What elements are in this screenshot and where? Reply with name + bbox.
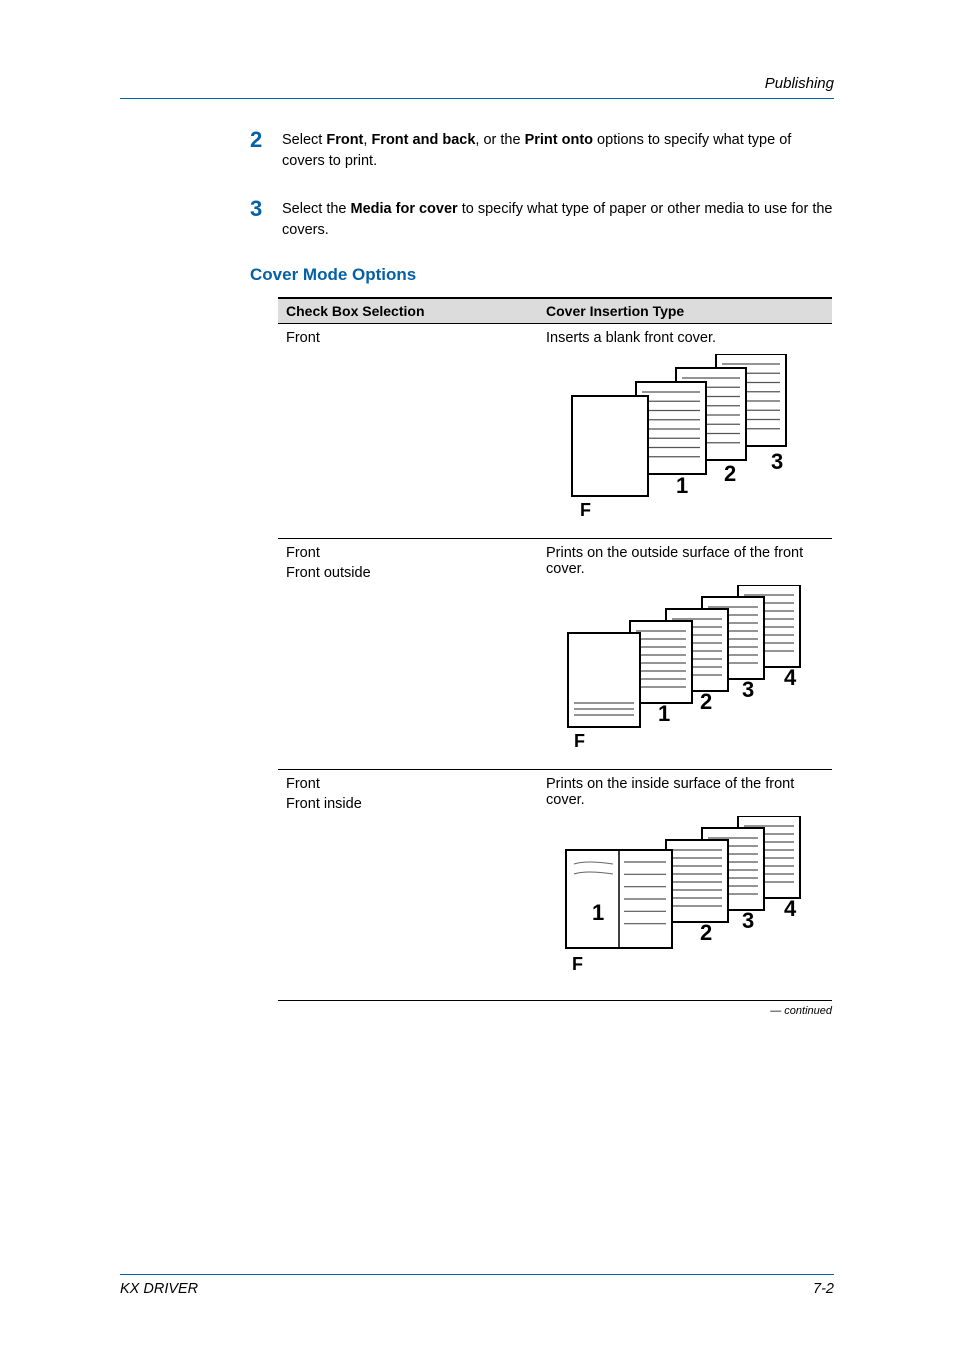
cover-mode-options-table: Check Box Selection Cover Insertion Type…	[278, 297, 832, 1001]
table-row: Front Front inside Prints on the inside su…	[278, 770, 832, 1001]
insertion-description: Prints on the outside surface of the fro…	[546, 545, 824, 577]
step-number: 3	[250, 196, 282, 241]
cover-diagram-icon: 4 3 2 1 F	[546, 816, 811, 986]
footer-rule	[120, 1274, 834, 1275]
insertion-description: Prints on the inside surface of the fron…	[546, 776, 824, 808]
table-header-insertion: Cover Insertion Type	[538, 298, 832, 324]
svg-text:2: 2	[700, 920, 712, 945]
cover-diagram: 4 3 2 1 F	[546, 816, 824, 990]
table-row: Front Front outside Prints on the outside …	[278, 539, 832, 770]
footer-left: KX DRIVER	[120, 1281, 198, 1297]
table-header-checkbox: Check Box Selection	[278, 298, 538, 324]
table-cell-selection: Front	[278, 324, 538, 539]
selection-line: Front	[286, 330, 530, 346]
cover-diagram: 3 2 1 F	[546, 354, 824, 528]
page-footer: KX DRIVER 7-2	[120, 1274, 834, 1297]
svg-text:2: 2	[724, 461, 736, 486]
table-cell-insertion: Prints on the inside surface of the fron…	[538, 770, 832, 1001]
step: 2Select Front, Front and back, or the Pr…	[250, 127, 834, 172]
table-cell-selection: Front Front inside	[278, 770, 538, 1001]
table-cell-selection: Front Front outside	[278, 539, 538, 770]
step: 3Select the Media for cover to specify w…	[250, 196, 834, 241]
selection-line: Front outside	[286, 565, 530, 581]
section-heading: Cover Mode Options	[250, 265, 834, 285]
insertion-description: Inserts a blank front cover.	[546, 330, 824, 346]
header-rule	[120, 98, 834, 99]
continued-label: — continued	[278, 1005, 832, 1017]
svg-text:1: 1	[658, 701, 670, 726]
svg-text:4: 4	[784, 896, 797, 921]
svg-text:2: 2	[700, 689, 712, 714]
cover-diagram-icon: 4 3 2 1 F	[546, 585, 811, 755]
svg-text:3: 3	[771, 449, 783, 474]
table-row: Front Inserts a blank front cover. 3 2 1 F	[278, 324, 832, 539]
svg-text:F: F	[574, 731, 585, 751]
selection-line: Front inside	[286, 796, 530, 812]
selection-line: Front	[286, 545, 530, 561]
cover-diagram: 4 3 2 1 F	[546, 585, 824, 759]
step-text: Select the Media for cover to specify wh…	[282, 196, 834, 241]
step-text: Select Front, Front and back, or the Pri…	[282, 127, 834, 172]
footer-right: 7-2	[813, 1281, 834, 1297]
running-head: Publishing	[120, 75, 834, 92]
svg-text:1: 1	[676, 473, 688, 498]
svg-text:3: 3	[742, 908, 754, 933]
table-cell-insertion: Prints on the outside surface of the fro…	[538, 539, 832, 770]
svg-text:F: F	[580, 500, 591, 520]
svg-text:1: 1	[592, 900, 604, 925]
svg-text:3: 3	[742, 677, 754, 702]
selection-line: Front	[286, 776, 530, 792]
table-cell-insertion: Inserts a blank front cover. 3 2 1 F	[538, 324, 832, 539]
svg-text:F: F	[572, 954, 583, 974]
svg-text:4: 4	[784, 665, 797, 690]
step-number: 2	[250, 127, 282, 172]
cover-diagram-icon: 3 2 1 F	[546, 354, 811, 524]
